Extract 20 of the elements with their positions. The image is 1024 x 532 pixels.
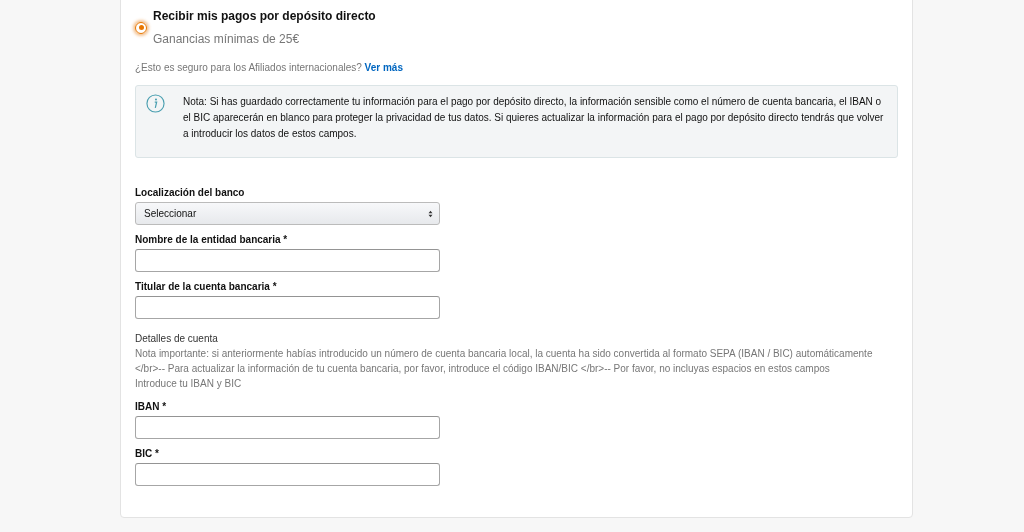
safety-question: ¿Esto es seguro para los Afiliados internacionales? Ver más bbox=[135, 62, 404, 73]
input-field[interactable] bbox=[135, 463, 440, 486]
account-details-note: Nota importante: si anteriormente habías introducido un número de cuenta bancaria local, la cuenta ha sido convertida al formato SEPA (IBAN / BIC) automáticamente </br>-- Para actualizar la información de tu cuenta bancaria, por favor, introduce el código IBAN/BIC </br>-- Por favor, no incluyas espacios en estos campos bbox=[135, 347, 874, 376]
input-field[interactable] bbox=[135, 249, 440, 272]
info-icon bbox=[146, 94, 165, 113]
notice-text: Nota: Si has guardado correctamente tu información para el pago por depósito directo, la información sensible como el número de cuenta bancaria, el IBAN o el BIC aparecerán en blanco para proteger la privacidad de tus datos. Si quieres actualizar la información para el pago por depósito directo tendrás que volver a introducir los datos de estos campos. bbox=[183, 95, 885, 141]
account-details-hint: Introduce tu IBAN y BIC bbox=[135, 377, 243, 391]
field-label: Nombre de la entidad bancaria * bbox=[135, 234, 289, 245]
input-field[interactable] bbox=[135, 296, 440, 319]
dropdown-arrows-icon bbox=[428, 209, 433, 218]
field-label: Titular de la cuenta bancaria * bbox=[135, 281, 278, 292]
input-field[interactable] bbox=[135, 416, 440, 439]
field-label: BIC * bbox=[135, 448, 160, 459]
field-label: Localización del banco bbox=[135, 187, 246, 198]
option-subtitle: Ganancias mínimas de 25€ bbox=[153, 32, 301, 46]
option-title: Recibir mis pagos por depósito directo bbox=[153, 9, 376, 23]
bank-location-select[interactable]: Seleccionar bbox=[135, 202, 440, 225]
account-details-heading: Detalles de cuenta bbox=[135, 332, 219, 346]
field-label: IBAN * bbox=[135, 401, 168, 412]
see-more-link[interactable]: Ver más bbox=[364, 62, 403, 73]
